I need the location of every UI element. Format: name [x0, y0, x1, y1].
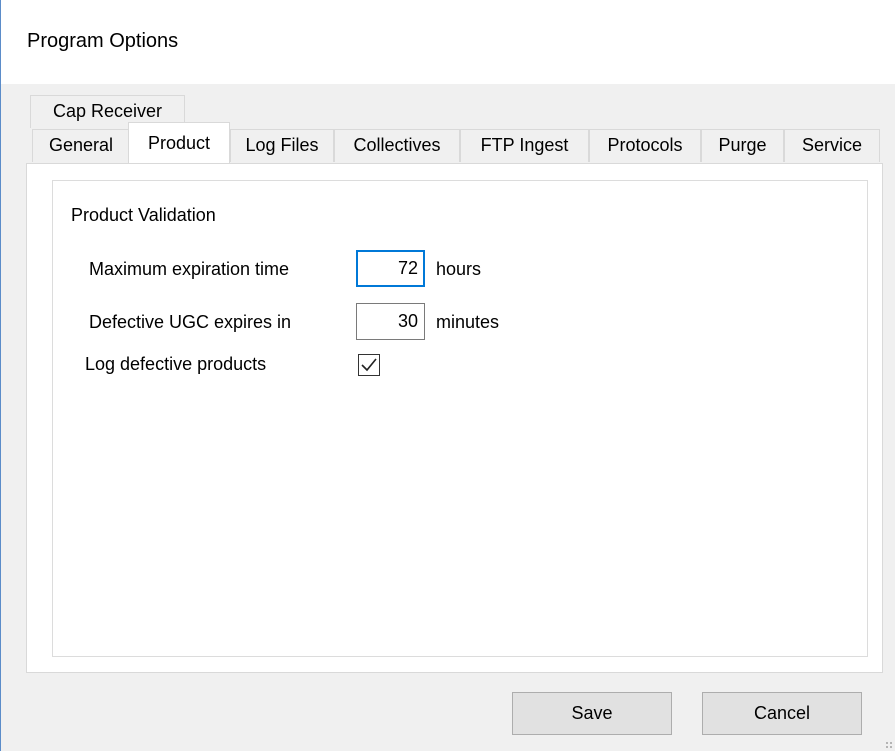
tab-log-files[interactable]: Log Files — [230, 129, 334, 162]
title-bar[interactable]: Program Options — [1, 0, 895, 84]
tab-purge[interactable]: Purge — [701, 129, 784, 162]
tab-ftp-ingest[interactable]: FTP Ingest — [460, 129, 589, 162]
resize-grip-icon[interactable] — [885, 741, 893, 749]
log-defective-label: Log defective products — [85, 354, 267, 374]
tab-protocols[interactable]: Protocols — [589, 129, 701, 162]
group-title: Product Validation — [71, 205, 216, 225]
product-tab-panel: Product Validation Maximum expiration ti… — [26, 163, 883, 673]
defective-ugc-label: Defective UGC expires in — [89, 312, 292, 332]
tab-general[interactable]: General — [32, 129, 130, 162]
log-defective-checkbox[interactable] — [358, 354, 380, 376]
cancel-button[interactable]: Cancel — [702, 692, 862, 735]
max-expiration-input[interactable]: 72 — [356, 250, 425, 287]
tab-service[interactable]: Service — [784, 129, 880, 162]
program-options-window: Program Options Cap Receiver General Pro… — [0, 0, 895, 751]
defective-ugc-unit: minutes — [436, 312, 500, 332]
checkmark-icon — [361, 358, 377, 372]
max-expiration-unit: hours — [436, 259, 482, 279]
max-expiration-label: Maximum expiration time — [89, 259, 290, 279]
tab-collectives[interactable]: Collectives — [334, 129, 460, 162]
product-validation-group — [52, 180, 868, 657]
save-button[interactable]: Save — [512, 692, 672, 735]
tab-product[interactable]: Product — [128, 122, 230, 163]
window-title: Program Options — [27, 30, 179, 52]
defective-ugc-input[interactable]: 30 — [356, 303, 425, 340]
